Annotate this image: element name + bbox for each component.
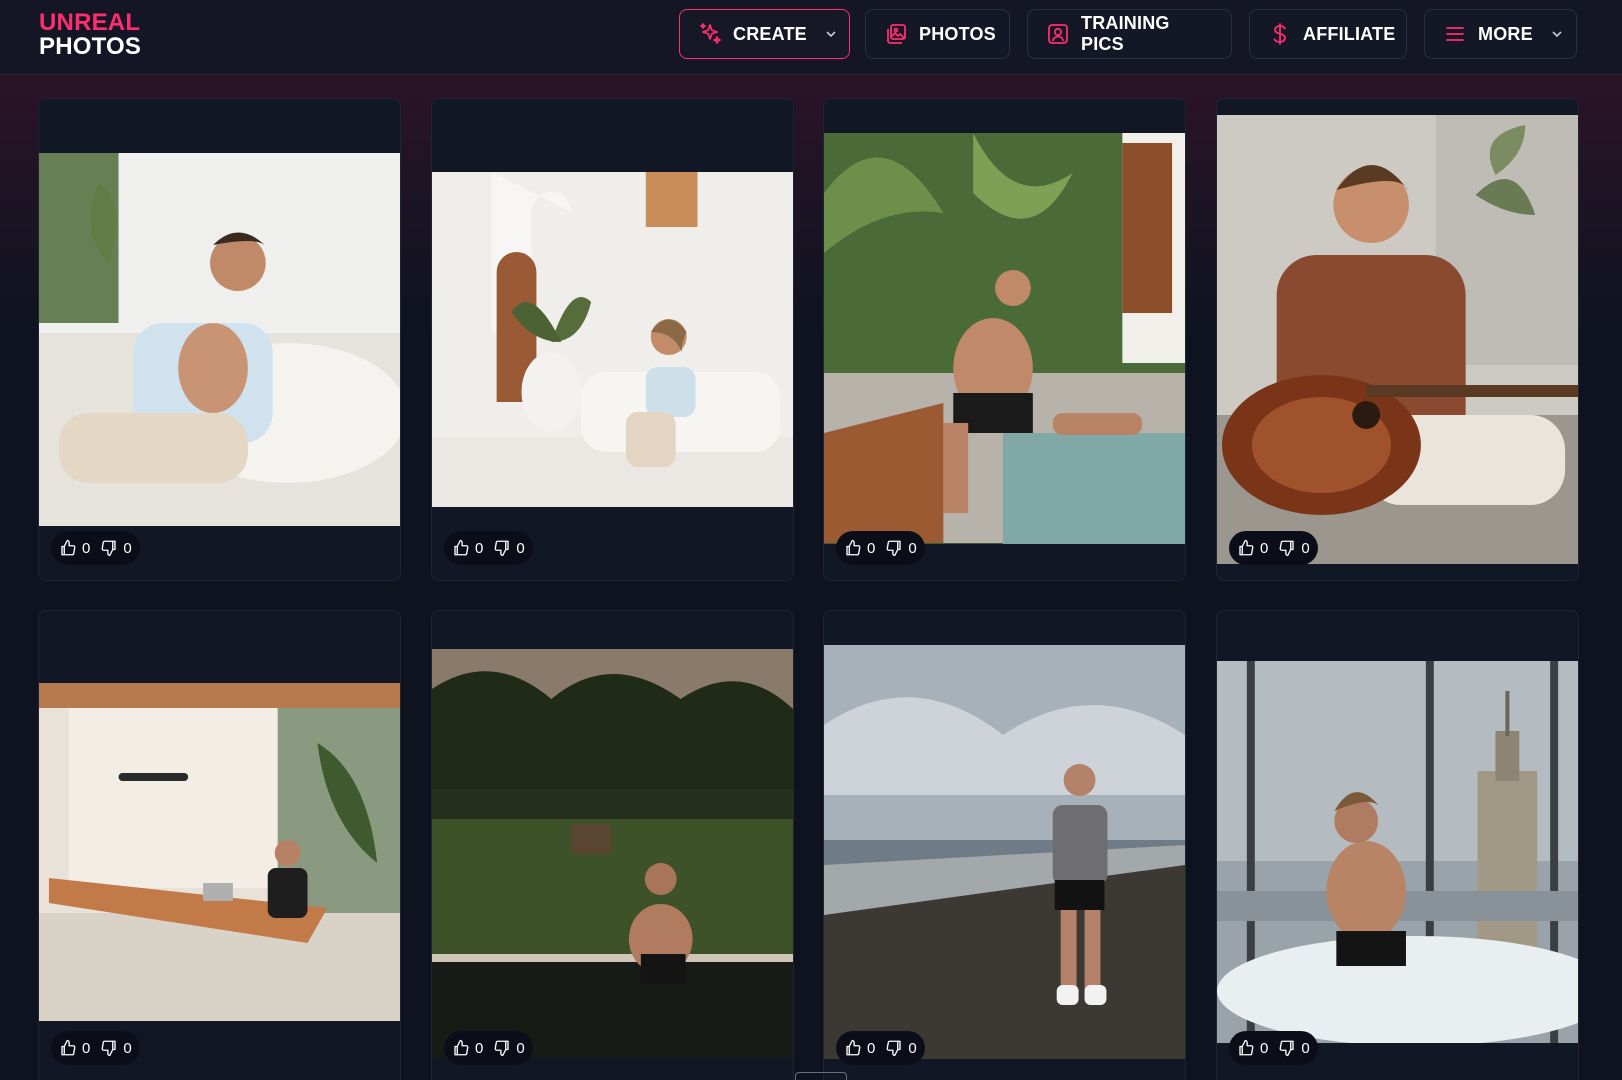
- thumbs-down-icon: [886, 1040, 902, 1057]
- like-button[interactable]: 0: [844, 1039, 875, 1057]
- thumbs-down-icon: [494, 540, 510, 557]
- like-count: 0: [1260, 1039, 1269, 1057]
- thumbs-up-icon: [1239, 539, 1254, 556]
- generated-photo[interactable]: [39, 683, 400, 1021]
- dislike-button[interactable]: 0: [100, 539, 132, 557]
- brand-logo[interactable]: UNREAL PHOTOS: [39, 11, 141, 59]
- photo-card[interactable]: 0 0: [431, 610, 794, 1080]
- like-count: 0: [82, 1039, 91, 1057]
- thumbs-down-icon: [1279, 1040, 1295, 1057]
- like-button[interactable]: 0: [59, 539, 90, 557]
- vote-bar: 0 0: [51, 531, 140, 565]
- nav-affiliate-button[interactable]: AFFILIATE: [1249, 9, 1407, 59]
- nav-create-button[interactable]: CREATE: [679, 9, 850, 59]
- photo-card[interactable]: 0 0: [823, 610, 1186, 1080]
- dislike-count: 0: [908, 539, 917, 557]
- photo-card[interactable]: 0 0: [431, 98, 794, 581]
- vote-bar: 0 0: [836, 531, 925, 565]
- menu-icon: [1446, 27, 1464, 41]
- generated-photo[interactable]: [432, 172, 793, 507]
- photo-card[interactable]: 0 0: [823, 98, 1186, 581]
- photo-card[interactable]: 0 0: [1216, 610, 1579, 1080]
- photo-card[interactable]: 0 0: [1216, 98, 1579, 581]
- thumbs-down-icon: [101, 540, 117, 557]
- dislike-button[interactable]: 0: [100, 1039, 132, 1057]
- thumbs-down-icon: [494, 1040, 510, 1057]
- brand-line-2: PHOTOS: [39, 33, 142, 60]
- nav-more-label: MORE: [1478, 23, 1533, 44]
- thumbs-up-icon: [846, 1039, 861, 1056]
- images-icon: [887, 24, 906, 44]
- dislike-count: 0: [123, 539, 132, 557]
- photo-card[interactable]: 0 0: [38, 610, 401, 1080]
- dislike-button[interactable]: 0: [885, 1039, 917, 1057]
- nav-more-button[interactable]: MORE: [1424, 9, 1577, 59]
- vote-bar: 0 0: [836, 1031, 925, 1065]
- dislike-count: 0: [1301, 539, 1310, 557]
- sparkles-icon: [700, 23, 721, 44]
- dollar-icon: [1273, 23, 1286, 45]
- thumbs-down-icon: [101, 1040, 117, 1057]
- dislike-count: 0: [123, 1039, 132, 1057]
- nav-training-pics-button[interactable]: TRAINING PICS: [1027, 9, 1232, 59]
- top-navbar: UNREAL PHOTOS CREATE PHOTOS TRAINING PIC…: [0, 0, 1622, 75]
- vote-bar: 0 0: [1229, 1031, 1318, 1065]
- like-button[interactable]: 0: [1237, 1039, 1268, 1057]
- dislike-button[interactable]: 0: [885, 539, 917, 557]
- dislike-count: 0: [1301, 1039, 1310, 1057]
- like-count: 0: [867, 1039, 876, 1057]
- like-count: 0: [475, 1039, 484, 1057]
- nav-photos-button[interactable]: PHOTOS: [865, 9, 1010, 59]
- vote-bar: 0 0: [51, 1031, 140, 1065]
- dislike-count: 0: [516, 1039, 525, 1057]
- like-button[interactable]: 0: [1237, 539, 1268, 557]
- nav-training-pics-label: TRAINING PICS: [1081, 13, 1170, 54]
- thumbs-down-icon: [886, 540, 902, 557]
- generated-photo[interactable]: [39, 153, 400, 526]
- thumbs-down-icon: [1279, 540, 1295, 557]
- nav-affiliate-label: AFFILIATE: [1303, 23, 1396, 44]
- dislike-button[interactable]: 0: [1278, 539, 1310, 557]
- nav-photos-label: PHOTOS: [919, 23, 996, 44]
- like-count: 0: [82, 539, 91, 557]
- user-portrait-icon: [1048, 24, 1068, 44]
- like-count: 0: [475, 539, 484, 557]
- dislike-button[interactable]: 0: [1278, 1039, 1310, 1057]
- generated-photo[interactable]: [1217, 661, 1578, 1043]
- vote-bar: 0 0: [444, 1031, 533, 1065]
- brand-line-1: UNREAL: [39, 9, 141, 36]
- thumbs-up-icon: [61, 539, 76, 556]
- dislike-count: 0: [516, 539, 525, 557]
- generated-photo[interactable]: [432, 649, 793, 1057]
- generated-photo[interactable]: [824, 645, 1185, 1059]
- vote-bar: 0 0: [1229, 531, 1318, 565]
- chevron-down-icon: [826, 31, 836, 38]
- thumbs-up-icon: [454, 1039, 469, 1056]
- thumbs-up-icon: [846, 539, 861, 556]
- scroll-indicator[interactable]: [795, 1072, 847, 1080]
- dislike-count: 0: [908, 1039, 917, 1057]
- thumbs-up-icon: [61, 1039, 76, 1056]
- like-button[interactable]: 0: [59, 1039, 90, 1057]
- like-button[interactable]: 0: [452, 539, 483, 557]
- generated-photo[interactable]: [824, 133, 1185, 544]
- nav-create-label: CREATE: [733, 23, 807, 44]
- dislike-button[interactable]: 0: [493, 1039, 525, 1057]
- like-count: 0: [1260, 539, 1269, 557]
- chevron-down-icon: [1552, 31, 1562, 38]
- generated-photo[interactable]: [1217, 115, 1578, 564]
- thumbs-up-icon: [1239, 1039, 1254, 1056]
- like-button[interactable]: 0: [844, 539, 875, 557]
- vote-bar: 0 0: [444, 531, 533, 565]
- thumbs-up-icon: [454, 539, 469, 556]
- like-button[interactable]: 0: [452, 1039, 483, 1057]
- like-count: 0: [867, 539, 876, 557]
- dislike-button[interactable]: 0: [493, 539, 525, 557]
- photo-card[interactable]: 0 0: [38, 98, 401, 581]
